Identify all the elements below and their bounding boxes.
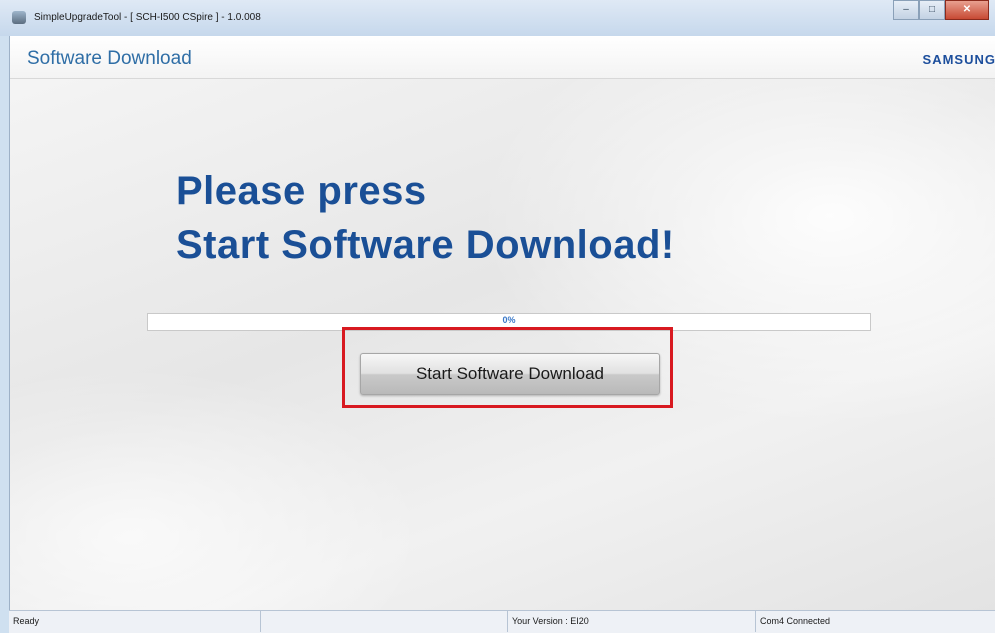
page-header: Software Download SAMSUNG	[10, 36, 995, 79]
headline-line-1: Please press	[176, 169, 427, 213]
samsung-logo: SAMSUNG	[922, 52, 995, 67]
window-title: SimpleUpgradeTool - [ SCH-I500 CSpire ] …	[34, 12, 261, 23]
instruction-headline: Please press Start Software Download!	[176, 164, 675, 272]
connection-status: Com4 Connected	[760, 616, 831, 626]
client-area: Software Download SAMSUNG Please press S…	[9, 36, 995, 610]
firmware-version: Your Version : EI20	[508, 611, 756, 632]
title-bar[interactable]: SimpleUpgradeTool - [ SCH-I500 CSpire ] …	[0, 0, 995, 36]
headline-line-2: Start Software Download!	[176, 223, 675, 267]
start-software-download-button[interactable]: Start Software Download	[360, 353, 660, 395]
application-window: SimpleUpgradeTool - [ SCH-I500 CSpire ] …	[0, 0, 995, 633]
status-text: Ready	[9, 611, 261, 632]
status-bar: Ready Your Version : EI20 Com4 Connected	[9, 610, 995, 633]
app-icon	[12, 11, 26, 24]
progress-label: 0%	[502, 315, 516, 325]
close-button[interactable]: ✕	[945, 0, 989, 20]
caption-buttons: – □ ✕	[893, 0, 989, 20]
page-title: Software Download	[27, 48, 192, 69]
maximize-button[interactable]: □	[919, 0, 945, 20]
minimize-button[interactable]: –	[893, 0, 919, 20]
status-empty-cell	[261, 611, 508, 632]
